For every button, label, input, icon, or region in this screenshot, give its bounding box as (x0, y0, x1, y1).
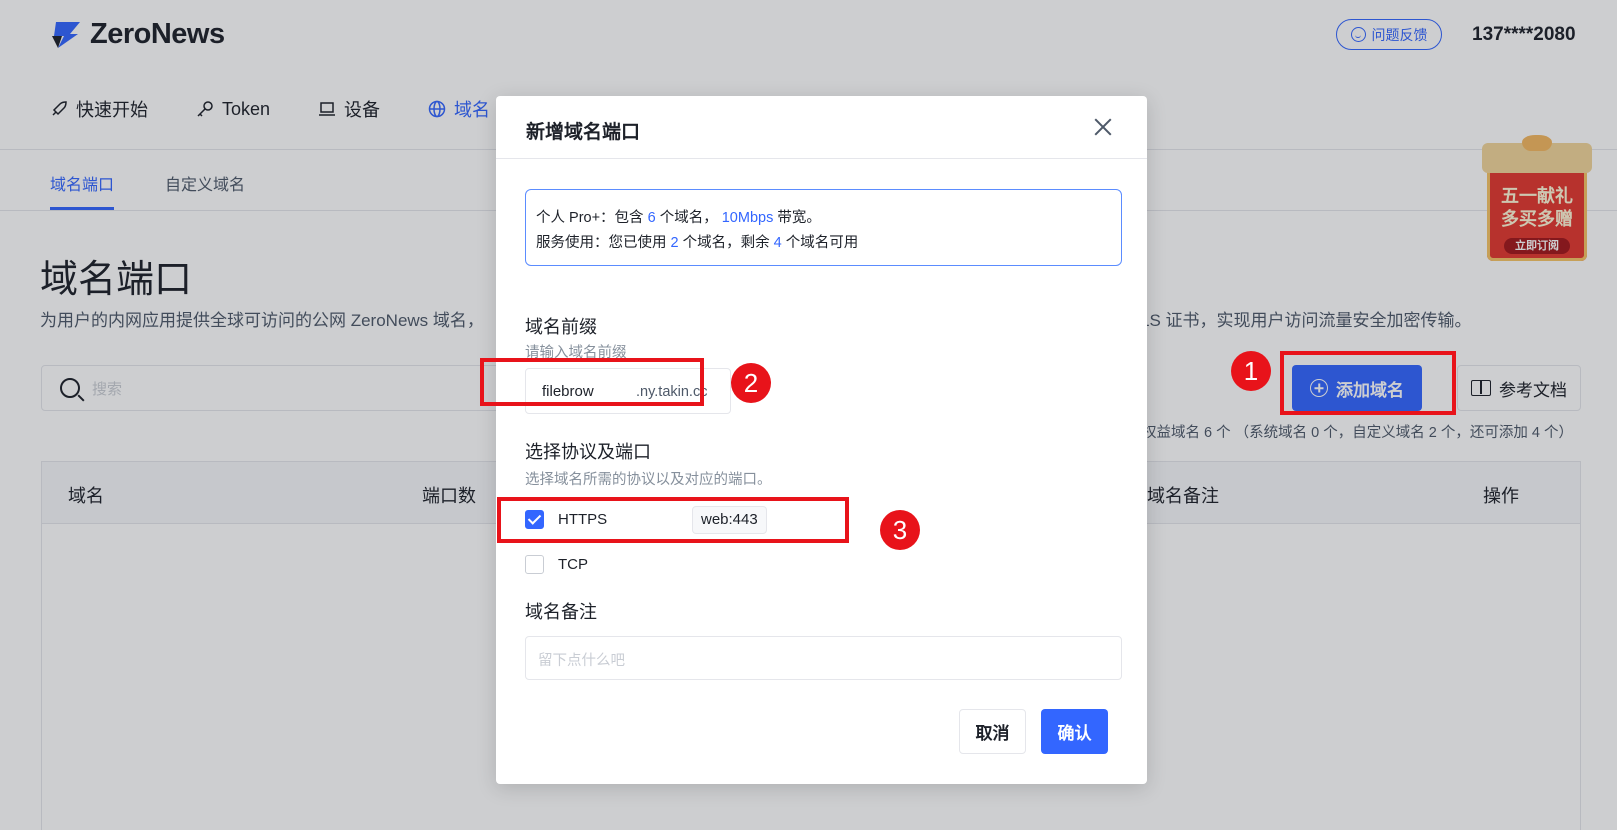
annotation-box-step-3 (497, 497, 849, 543)
plan-info-line-1: 个人 Pro+：包含 6 个域名， 10Mbps 带宽。 (536, 206, 1111, 231)
info-text: 带宽。 (773, 210, 821, 226)
add-domain-port-dialog: 新增域名端口 个人 Pro+：包含 6 个域名， 10Mbps 带宽。 服务使用… (496, 96, 1147, 784)
annotation-badge-step-2: 2 (731, 363, 771, 403)
prefix-label: 域名前缀 (525, 317, 597, 337)
tcp-checkbox[interactable] (525, 555, 544, 574)
cancel-button[interactable]: 取消 (959, 709, 1026, 754)
protocol-help: 选择域名所需的协议以及对应的端口。 (525, 472, 772, 488)
dialog-title: 新增域名端口 (526, 122, 641, 143)
close-icon[interactable] (1092, 116, 1114, 138)
protocol-label: 选择协议及端口 (525, 442, 651, 462)
info-text: 个域名可用 (781, 235, 859, 251)
tcp-label: TCP (558, 556, 588, 573)
protocol-option-tcp[interactable]: TCP (525, 555, 588, 574)
annotation-box-step-1 (1280, 351, 1456, 415)
bandwidth: 10Mbps (721, 210, 774, 226)
annotation-badge-step-1: 1 (1231, 351, 1271, 391)
plan-info-line-2: 服务使用：您已使用 2 个域名，剩余 4 个域名可用 (536, 231, 1111, 256)
info-text: 服务使用：您已使用 (536, 235, 671, 251)
info-text: 个域名， (655, 210, 722, 226)
note-label: 域名备注 (525, 602, 597, 622)
confirm-button[interactable]: 确认 (1041, 709, 1108, 754)
domain-note-input[interactable]: 留下点什么吧 (525, 636, 1122, 680)
annotation-box-step-2 (480, 358, 704, 406)
dialog-header: 新增域名端口 (496, 96, 1147, 159)
remaining-count: 4 (773, 235, 782, 251)
plan-info-box: 个人 Pro+：包含 6 个域名， 10Mbps 带宽。 服务使用：您已使用 2… (525, 189, 1122, 266)
domain-count: 6 (647, 210, 656, 226)
used-count: 2 (670, 235, 679, 251)
annotation-badge-step-3: 3 (880, 510, 920, 550)
info-text: 个域名，剩余 (678, 235, 774, 251)
info-text: 个人 Pro+：包含 (536, 210, 648, 226)
